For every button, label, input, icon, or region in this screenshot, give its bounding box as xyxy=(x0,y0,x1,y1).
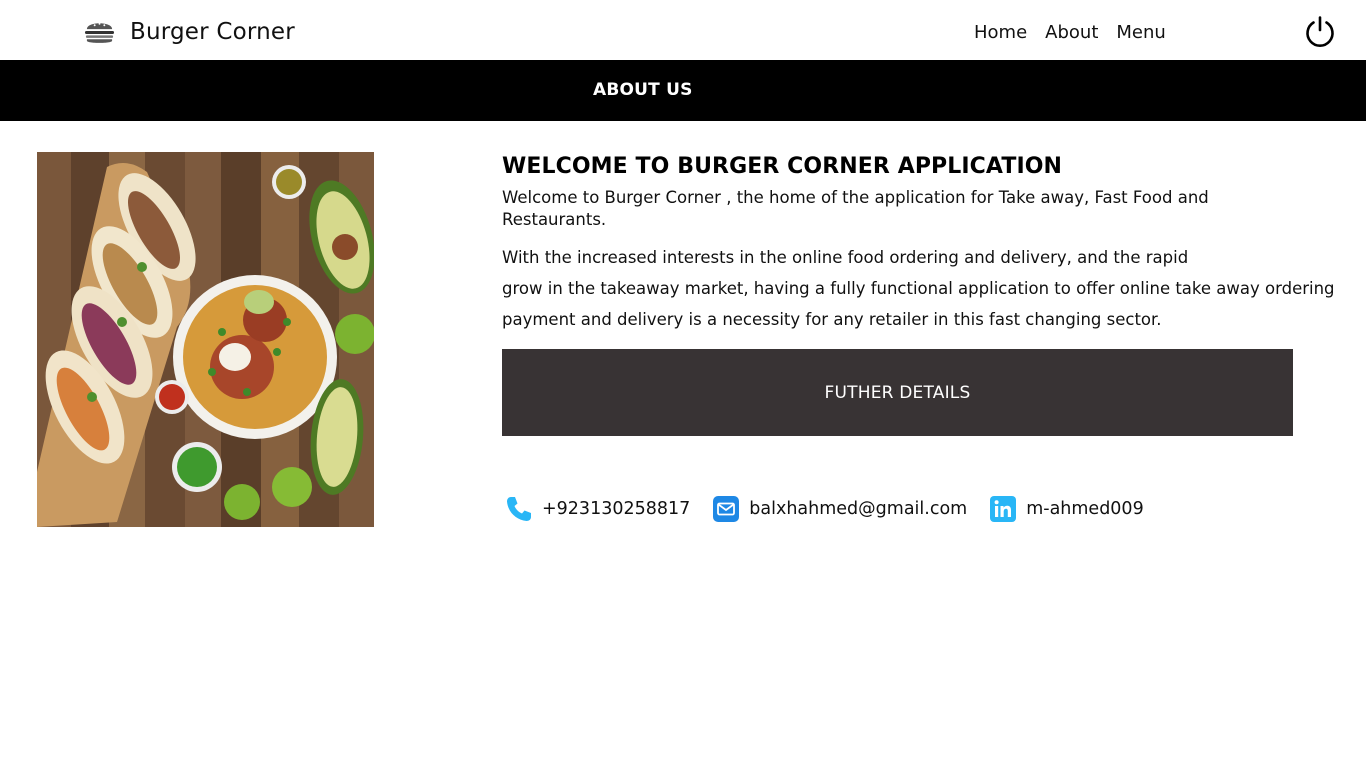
linkedin-icon xyxy=(990,496,1017,522)
page-title: ABOUT US xyxy=(593,80,693,100)
about-body-line: payment and delivery is a necessity for … xyxy=(502,310,1162,329)
brand[interactable]: Burger Corner xyxy=(84,17,295,47)
page-banner: ABOUT US xyxy=(0,60,1366,121)
nav-menu-link[interactable]: Menu xyxy=(1116,22,1165,43)
contact-phone-text: +923130258817 xyxy=(542,499,691,519)
brand-name: Burger Corner xyxy=(130,19,295,45)
further-details-button[interactable]: FUTHER DETAILS xyxy=(502,349,1293,436)
contact-email-text: balxhahmed@gmail.com xyxy=(749,499,968,519)
contact-linkedin-text: m-ahmed009 xyxy=(1026,499,1144,519)
food-platter-image xyxy=(37,152,374,527)
power-icon[interactable] xyxy=(1303,15,1337,49)
top-navbar: Burger Corner Home About Menu xyxy=(0,0,1366,60)
about-intro: Welcome to Burger Corner , the home of t… xyxy=(502,188,1209,229)
contact-linkedin[interactable]: m-ahmed009 xyxy=(989,495,1144,523)
contact-phone[interactable]: +923130258817 xyxy=(505,495,690,523)
email-icon xyxy=(713,496,740,522)
main-nav: Home About Menu xyxy=(974,22,1184,43)
burger-icon xyxy=(84,22,115,43)
about-body-line: grow in the takeaway market, having a fu… xyxy=(502,279,1335,298)
contact-list: +923130258817 balxhahmed@gmail.com m-ahm… xyxy=(505,495,1166,523)
about-body: With the increased interests in the onli… xyxy=(502,242,1335,335)
nav-about-link[interactable]: About xyxy=(1045,22,1098,43)
about-heading: WELCOME TO BURGER CORNER APPLICATION xyxy=(502,154,1063,179)
contact-email[interactable]: balxhahmed@gmail.com xyxy=(712,495,967,523)
phone-icon xyxy=(507,497,531,521)
nav-home-link[interactable]: Home xyxy=(974,22,1027,43)
about-content: WELCOME TO BURGER CORNER APPLICATION Wel… xyxy=(502,154,1335,335)
about-body-line: With the increased interests in the onli… xyxy=(502,248,1189,267)
